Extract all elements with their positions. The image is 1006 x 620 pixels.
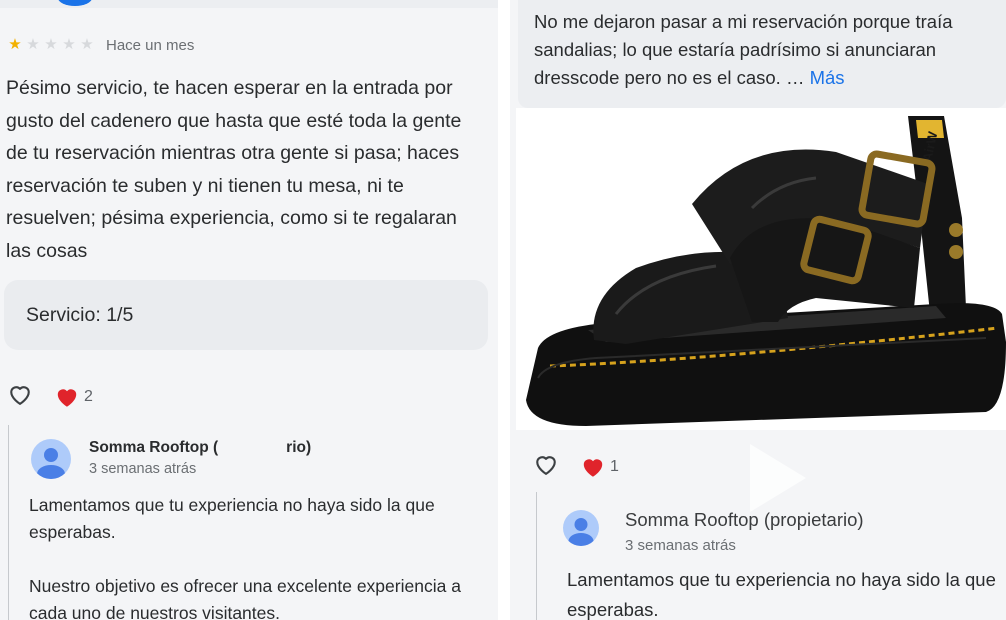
- star-icon: ★: [62, 36, 76, 53]
- owner-name-end: rio): [286, 439, 312, 456]
- owner-name: Somma Rooftop ( rio): [89, 439, 311, 457]
- avatar-icon: [563, 510, 599, 546]
- review-date: Hace un mes: [106, 36, 195, 54]
- star-icon: ★: [26, 36, 40, 53]
- like-button[interactable]: [532, 450, 560, 483]
- owner-reply-date: 3 semanas atrás: [89, 461, 197, 477]
- reaction-bar: 1: [532, 450, 619, 483]
- owner-reply-text: Lamentamos que tu experiencia no haya si…: [567, 569, 996, 620]
- heart-outline-icon: [10, 386, 30, 405]
- more-link[interactable]: Más: [810, 67, 845, 88]
- owner-reply-date: 3 semanas atrás: [625, 537, 736, 554]
- service-rating-box: Servicio: 1/5: [4, 280, 488, 350]
- owner-reply-text: Lamentamos que tu experiencia no haya si…: [29, 492, 494, 620]
- star-icon: ★: [44, 36, 58, 53]
- reaction-bar: 2: [6, 380, 93, 413]
- owner-reply: Somma Rooftop (propietario) 3 semanas at…: [536, 492, 1006, 620]
- panel-divider: [498, 0, 510, 620]
- like-button[interactable]: [6, 380, 34, 413]
- heart-filled-icon: [57, 388, 77, 407]
- review-text-body: No me dejaron pasar a mi reservación por…: [534, 11, 953, 88]
- like-count: 2: [84, 387, 93, 405]
- review-text: Pésimo servicio, te hacen esperar en la …: [6, 77, 462, 262]
- heart-filled-icon: [583, 458, 603, 477]
- star-icon: ★: [8, 36, 22, 53]
- reply-paragraph: Nuestro objetivo es ofrecer una excelent…: [29, 576, 461, 620]
- like-count: 1: [610, 457, 619, 475]
- service-rating-label: Servicio: 1/5: [26, 303, 134, 326]
- review-text: No me dejaron pasar a mi reservación por…: [534, 8, 1002, 92]
- star-rating: ★ ★ ★ ★ ★: [6, 36, 96, 54]
- review-rating-row: ★ ★ ★ ★ ★ Hace un mes: [6, 36, 194, 54]
- owner-reply: Somma Rooftop ( rio) 3 semanas atrás Lam…: [8, 425, 498, 620]
- sandal-photo: AirW: [526, 116, 1006, 426]
- review-photo[interactable]: AirW: [516, 108, 1006, 430]
- top-edge-sliver: [0, 0, 498, 8]
- reply-paragraph: Lamentamos que tu experiencia no haya si…: [29, 495, 435, 542]
- avatar-icon: [31, 439, 71, 479]
- owner-name: Somma Rooftop (propietario): [625, 509, 864, 530]
- right-screenshot-panel: No me dejaron pasar a mi reservación por…: [510, 0, 1006, 620]
- left-screenshot-panel: ★ ★ ★ ★ ★ Hace un mes Pésimo servicio, te ha…: [0, 0, 498, 620]
- owner-name-start: Somma Rooftop (: [89, 439, 219, 456]
- profile-avatar-fragment: [58, 0, 92, 6]
- star-icon: ★: [80, 36, 94, 53]
- heart-outline-icon: [536, 456, 556, 475]
